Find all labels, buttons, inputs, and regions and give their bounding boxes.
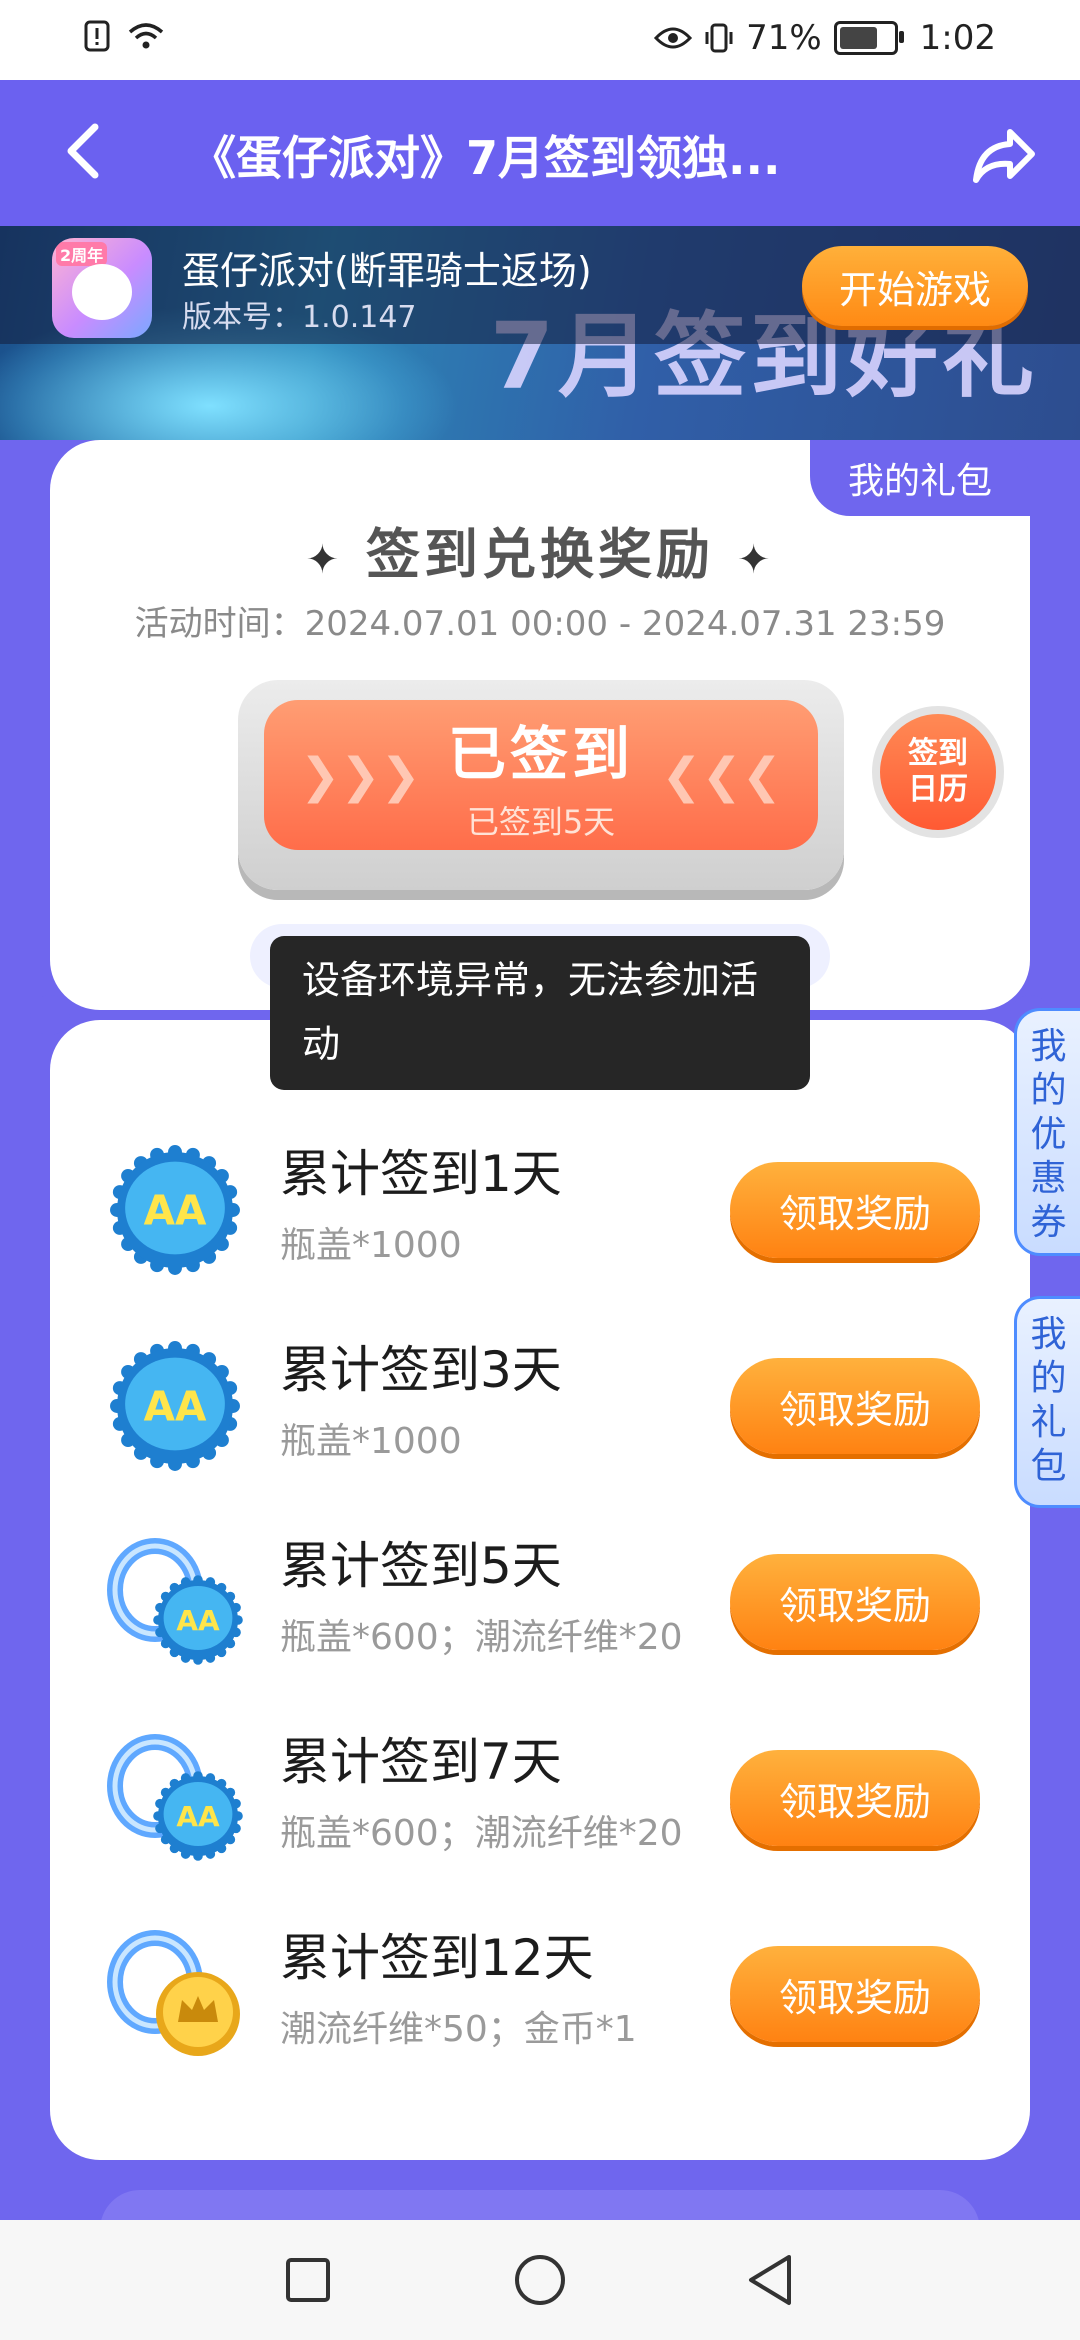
share-button[interactable] [964, 116, 1044, 196]
my-gifts-side-tab[interactable]: 我的礼包 [1014, 1296, 1080, 1508]
fiber-cap-icon: AA [100, 1532, 250, 1672]
claim-reward-button[interactable]: 领取奖励 [730, 1162, 980, 1258]
battery-fill [839, 27, 877, 49]
chevrons-left-icon: ❮❮❮ [661, 748, 782, 804]
reward-row: AA 累计签到3天瓶盖*1000 领取奖励 [50, 1308, 1030, 1504]
status-left-icons [84, 20, 166, 52]
svg-text:AA: AA [144, 1383, 207, 1431]
reward-title: 累计签到5天 [280, 1537, 562, 1595]
checkin-days: 已签到5天 [466, 803, 616, 841]
my-gifts-side-label: 我的礼包 [1030, 1314, 1067, 1487]
chevrons-right-icon: ❯❯❯ [300, 748, 421, 804]
checkin-button[interactable]: ❯❯❯ ❮❮❮ 已签到 已签到5天 [264, 700, 818, 850]
start-game-button[interactable]: 开始游戏 [802, 246, 1028, 326]
svg-text:AA: AA [176, 1800, 220, 1833]
fiber-cap-icon: AA [100, 1728, 250, 1868]
bottle-cap-icon: AA [100, 1140, 250, 1280]
share-icon [973, 129, 1035, 183]
reward-title: 累计签到3天 [280, 1341, 562, 1399]
system-nav-bar [0, 2220, 1080, 2340]
reward-description: 瓶盖*1000 [280, 1421, 462, 1462]
battery-icon [833, 21, 904, 55]
claim-reward-button[interactable]: 领取奖励 [730, 1554, 980, 1650]
game-version: 版本号：1.0.147 [182, 300, 417, 335]
claim-reward-button[interactable]: 领取奖励 [730, 1750, 980, 1846]
reward-description: 潮流纤维*50；金币*1 [280, 2009, 637, 2050]
reward-title: 累计签到12天 [280, 1929, 594, 1987]
my-coupons-tab[interactable]: 我的优惠券 [1014, 1008, 1080, 1256]
svg-text:AA: AA [144, 1187, 207, 1235]
page-title: 《蛋仔派对》7月签到领独... [190, 131, 781, 185]
fiber-coin-icon [100, 1924, 250, 2064]
reward-description: 瓶盖*1000 [280, 1225, 462, 1266]
status-right-icons: 71% 1:02 [654, 18, 996, 58]
back-button[interactable] [48, 116, 118, 186]
triangle-back-icon [749, 2255, 791, 2305]
back-nav-button[interactable] [740, 2250, 800, 2310]
reward-row: AA 累计签到7天瓶盖*600；潮流纤维*20 领取奖励 [50, 1700, 1030, 1896]
claim-reward-button[interactable]: 领取奖励 [730, 1946, 980, 2042]
my-coupons-label: 我的优惠券 [1030, 1026, 1067, 1243]
checkin-calendar-button[interactable]: 签到日历 [872, 706, 1004, 838]
app-header: 《蛋仔派对》7月签到领独... [0, 80, 1080, 226]
clock: 1:02 [919, 18, 996, 58]
panel-notch-left [30, 995, 70, 1035]
eggy-mascot-icon [72, 264, 132, 320]
home-button[interactable] [510, 2250, 570, 2310]
reward-row: 累计签到12天潮流纤维*50；金币*1 领取奖励 [50, 1896, 1030, 2092]
checkin-status: 已签到 [447, 720, 634, 788]
alert-icon [84, 20, 110, 52]
vibrate-icon [704, 22, 734, 54]
wifi-icon [126, 20, 166, 52]
reward-description: 瓶盖*600；潮流纤维*20 [280, 1813, 683, 1854]
anniversary-tag: 2周年 [56, 242, 108, 266]
calendar-label: 签到日历 [908, 736, 968, 807]
claim-reward-button[interactable]: 领取奖励 [730, 1358, 980, 1454]
svg-text:AA: AA [176, 1604, 220, 1637]
reward-title: 累计签到1天 [280, 1145, 562, 1203]
sparkle-icon: ✦ [305, 537, 344, 583]
chevron-left-icon [67, 123, 99, 179]
reward-row: AA 累计签到1天瓶盖*1000 领取奖励 [50, 1112, 1030, 1308]
game-banner: 7月签到好礼 2周年 蛋仔派对(断罪骑士返场) 版本号：1.0.147 开始游戏 [0, 226, 1080, 440]
panel-heading-text: 签到兑换奖励 [366, 523, 714, 586]
circle-icon [515, 2255, 565, 2305]
error-toast: 设备环境异常，无法参加活动 [270, 936, 810, 1090]
bottle-cap-icon: AA [100, 1336, 250, 1476]
reward-description: 瓶盖*600；潮流纤维*20 [280, 1617, 683, 1658]
eye-comfort-icon [654, 24, 693, 52]
sparkle-icon: ✦ [736, 537, 775, 583]
status-bar: 71% 1:02 [0, 0, 1080, 80]
activity-time: 活动时间：2024.07.01 00:00 - 2024.07.31 23:59 [134, 604, 946, 644]
recents-button[interactable] [278, 2250, 338, 2310]
square-icon [286, 2258, 330, 2302]
reward-row: AA 累计签到5天瓶盖*600；潮流纤维*20 领取奖励 [50, 1504, 1030, 1700]
game-app-icon[interactable]: 2周年 [52, 238, 152, 338]
game-name: 蛋仔派对(断罪骑士返场) [182, 249, 592, 293]
my-gift-tab[interactable]: 我的礼包 [810, 440, 1030, 516]
battery-percent: 71% [746, 18, 822, 58]
panel-heading: ✦ 签到兑换奖励 ✦ [50, 510, 1030, 589]
reward-title: 累计签到7天 [280, 1733, 562, 1791]
